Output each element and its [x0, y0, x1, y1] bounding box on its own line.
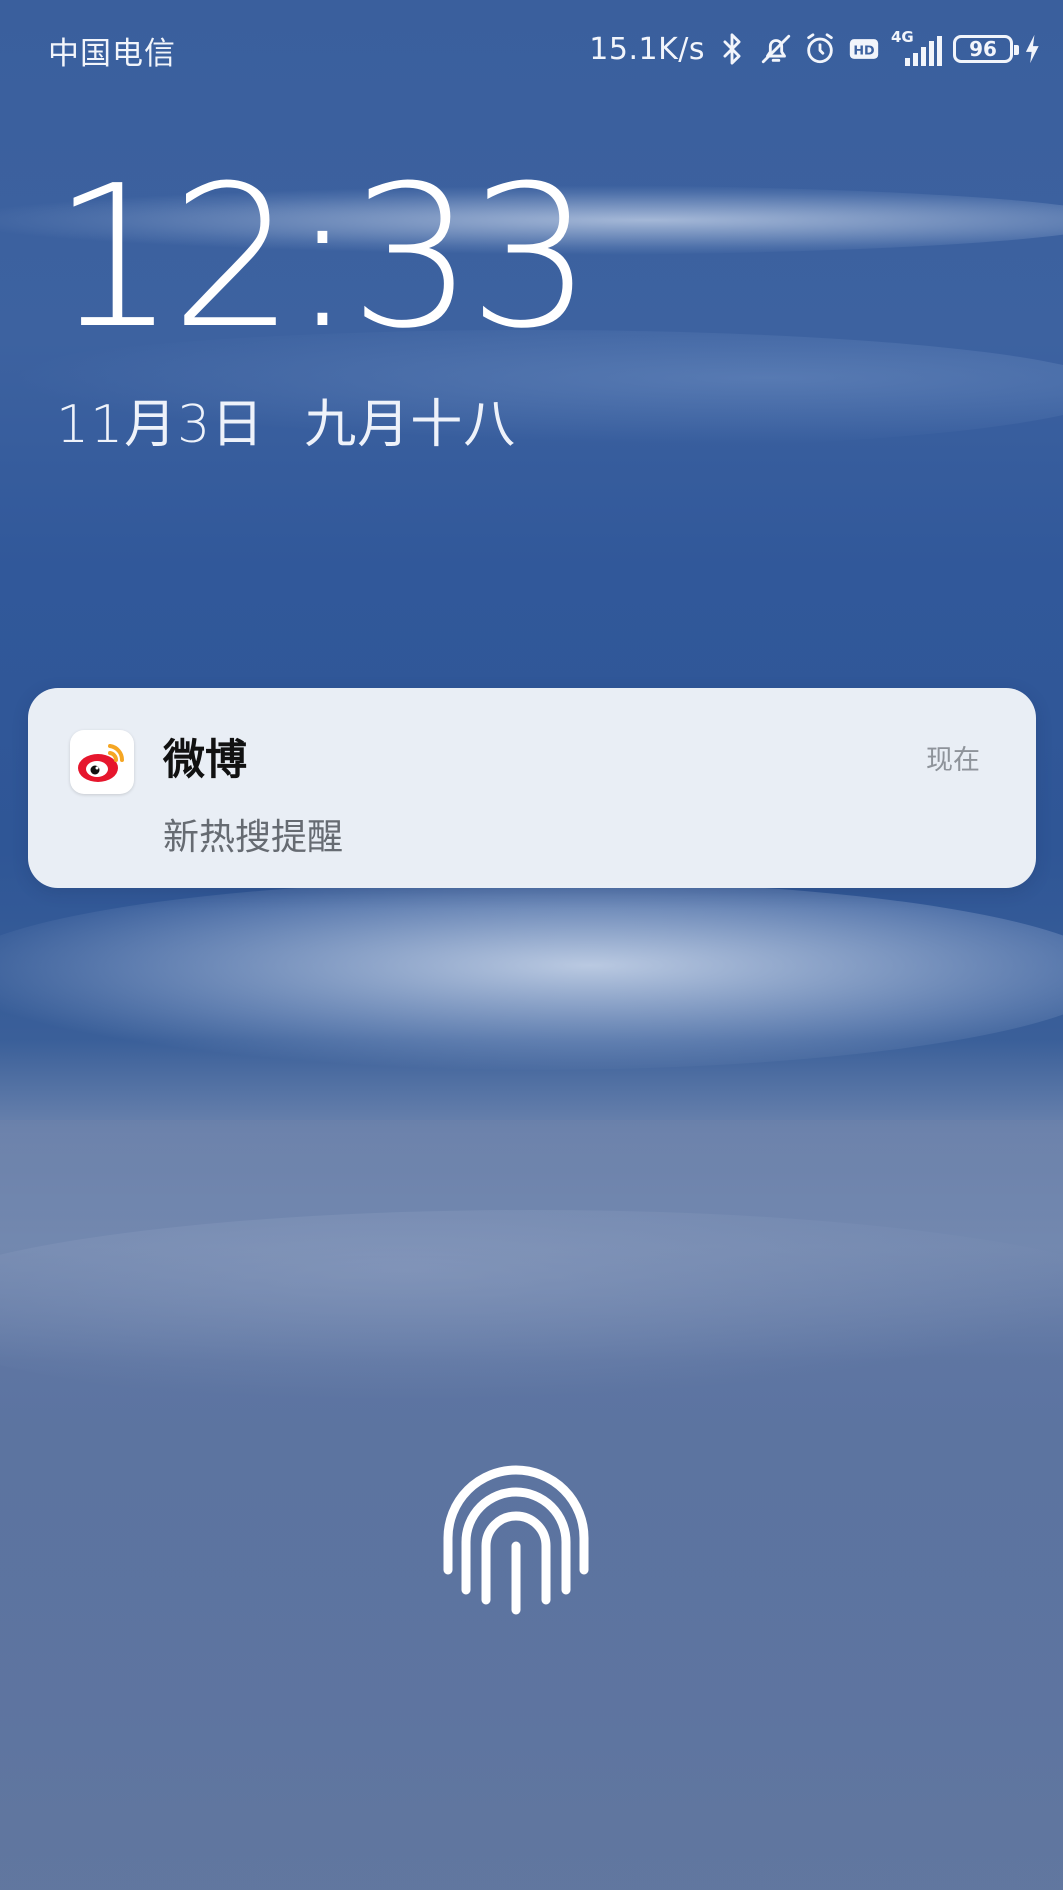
network-speed: 15.1K/s — [589, 31, 705, 67]
notification-time: 现在 — [926, 745, 980, 776]
wet-sand — [0, 1210, 1063, 1410]
alarm-icon — [807, 33, 833, 64]
notification-app-name: 微博 — [163, 735, 248, 784]
lockscreen-date: 11月3日 九月十八 — [56, 382, 516, 457]
status-bar: 中国电信 15.1K/s HD 4G 96 — [0, 0, 1063, 100]
status-icons: 15.1K/s HD 4G 96 — [589, 28, 1043, 70]
shore-foam — [0, 880, 1063, 1070]
mute-bell-icon — [761, 34, 791, 64]
charging-icon — [1025, 34, 1039, 64]
bluetooth-icon — [723, 33, 741, 65]
signal-icon: 4G — [891, 28, 943, 66]
notification-message: 新热搜提醒 — [163, 817, 344, 858]
lockscreen-clock: 12:33 — [52, 144, 593, 372]
svg-text:HD: HD — [853, 44, 874, 59]
carrier-name: 中国电信 — [48, 36, 176, 72]
weibo-notification[interactable]: 微博 现在 新热搜提醒 — [28, 688, 1036, 888]
weibo-icon — [70, 730, 134, 794]
solar-date: 11月3日 — [56, 395, 265, 455]
lunar-date: 九月十八 — [304, 395, 517, 455]
battery-icon: 96 — [953, 35, 1019, 63]
battery-level: 96 — [969, 37, 997, 61]
hd-icon: HD — [849, 39, 879, 59]
fingerprint-icon[interactable] — [436, 1460, 596, 1620]
